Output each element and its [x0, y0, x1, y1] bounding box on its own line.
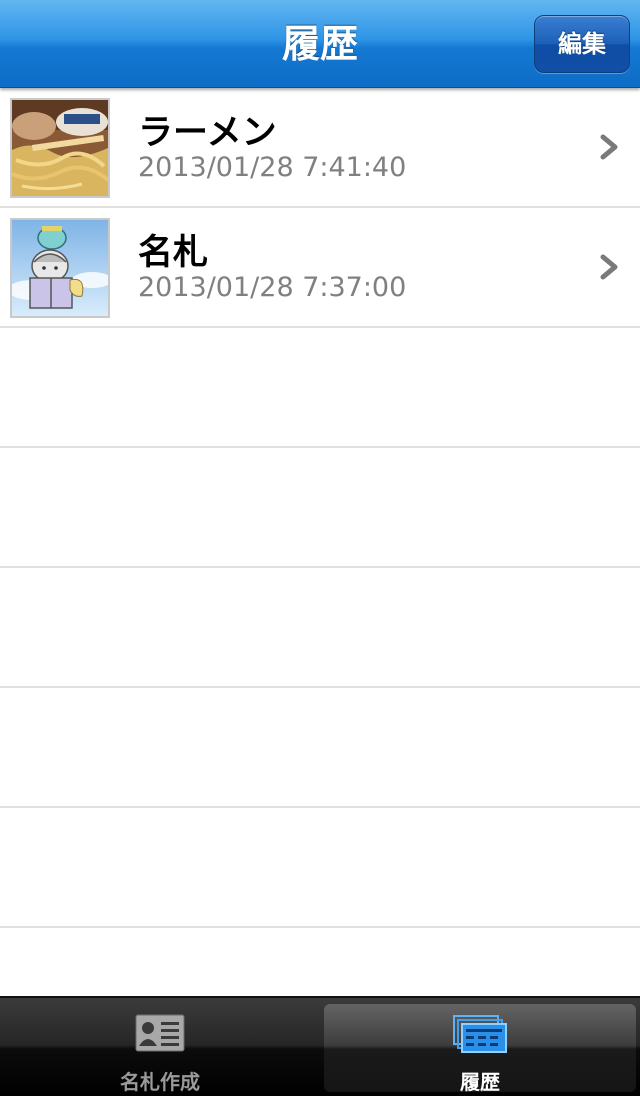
history-screen: 履歴 編集 ラーメン 2013/01/28 7:41:40 名札 2013/01…: [0, 0, 640, 1096]
tab-label: 名札作成: [120, 1070, 200, 1094]
item-title: ラーメン: [138, 113, 277, 153]
list-item[interactable]: 名札 2013/01/28 7:37:00: [0, 208, 640, 328]
tab-bar: 名札作成 履歴: [0, 996, 640, 1096]
navigation-bar: 履歴 編集: [0, 0, 640, 88]
tab-history[interactable]: 履歴: [324, 1004, 636, 1094]
ramen-thumbnail: [10, 98, 110, 198]
item-title: 名札: [138, 233, 209, 273]
item-timestamp: 2013/01/28 7:37:00: [138, 272, 407, 303]
tab-create-name-tag[interactable]: 名札作成: [4, 1004, 316, 1094]
chevron-right-icon: [600, 134, 618, 160]
empty-row: [0, 568, 640, 688]
empty-row: [0, 808, 640, 928]
history-stack-icon: [453, 1015, 507, 1053]
empty-row: [0, 448, 640, 568]
id-card-icon: [135, 1014, 185, 1052]
empty-row: [0, 328, 640, 448]
list-item[interactable]: ラーメン 2013/01/28 7:41:40: [0, 88, 640, 208]
empty-row: [0, 688, 640, 808]
item-timestamp: 2013/01/28 7:41:40: [138, 152, 407, 183]
tab-label: 履歴: [460, 1070, 500, 1094]
name-tag-thumbnail: [10, 218, 110, 318]
history-list: ラーメン 2013/01/28 7:41:40 名札 2013/01/28 7:…: [0, 88, 640, 1048]
edit-button[interactable]: 編集: [534, 15, 630, 73]
chevron-right-icon: [600, 254, 618, 280]
